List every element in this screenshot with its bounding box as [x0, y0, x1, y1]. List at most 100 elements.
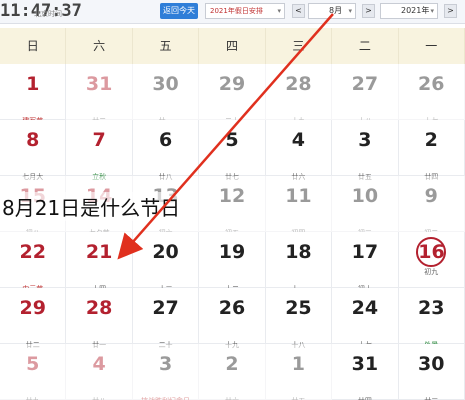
day-cell[interactable]: 27 二十 [132, 288, 200, 349]
day-cell[interactable]: 7 立秋 [66, 120, 133, 181]
weekday-label: 五 [133, 28, 200, 64]
day-number: 5 [225, 129, 239, 151]
day-cell[interactable]: 5 廿九 [0, 344, 67, 400]
calendar-toolbar: 11:47:37 北京时间 返回今天 2021年假日安排 ▾ < 8月 ▾ > … [0, 0, 465, 24]
day-cell[interactable]: 17初十 [332, 232, 399, 293]
day-number: 4 [92, 353, 106, 375]
day-number: 17 [351, 241, 379, 263]
next-month-button[interactable]: > [362, 4, 375, 18]
holiday-schedule-select[interactable]: 2021年假日安排 ▾ [205, 3, 285, 19]
day-cell[interactable]: 31 廿四 [332, 344, 399, 400]
day-number: 11 [285, 185, 312, 207]
day-cell[interactable]: 24十七 [332, 288, 399, 349]
day-cell[interactable]: 31廿二 [66, 64, 133, 125]
day-cell[interactable]: 28 廿一 [66, 288, 133, 349]
day-number: 5 [26, 353, 40, 375]
day-cell[interactable]: 21十四 [66, 232, 133, 293]
day-cell[interactable]: 2 廿四 [398, 120, 465, 181]
day-number: 19 [218, 241, 246, 263]
lunar-date-label: 抗战胜利纪念日 [133, 396, 198, 400]
day-cell[interactable]: 25 十八 [265, 288, 333, 349]
day-number: 16 [416, 237, 447, 267]
day-cell[interactable]: 1 廿五 [265, 344, 333, 400]
day-cell[interactable]: 2 廿六 [199, 344, 266, 400]
weekday-label: 三 [266, 28, 333, 64]
day-number: 30 [152, 73, 179, 95]
day-number: 26 [418, 73, 445, 95]
day-cell[interactable]: 26十七 [398, 64, 465, 125]
day-cell[interactable]: 1建军节 [0, 64, 67, 125]
day-number: 10 [351, 185, 379, 207]
prev-month-button[interactable]: < [292, 4, 305, 18]
day-cell[interactable]: 10初三 [332, 176, 399, 237]
day-number: 27 [351, 73, 379, 95]
lunar-date-label: 廿五 [266, 396, 331, 400]
day-number: 2 [424, 129, 438, 151]
day-cell[interactable]: 29 廿二 [0, 288, 67, 349]
day-cell[interactable]: 6 廿八 [132, 120, 200, 181]
day-number: 1 [291, 353, 306, 375]
day-cell[interactable]: 8 七月大 [0, 120, 67, 181]
lunar-date-label: 廿六 [199, 396, 264, 400]
day-number: 31 [85, 73, 113, 95]
day-number: 24 [351, 297, 379, 319]
day-number: 31 [351, 353, 379, 375]
back-to-today-button[interactable]: 返回今天 [160, 3, 198, 19]
day-number: 9 [424, 185, 438, 207]
chevron-down-icon: ▾ [430, 7, 434, 15]
holiday-schedule-value: 2021年假日安排 [210, 7, 263, 15]
day-cell[interactable]: 5 廿七 [199, 120, 266, 181]
weekday-label: 二 [332, 28, 399, 64]
day-number: 1 [26, 73, 40, 95]
day-cell[interactable]: 27十八 [332, 64, 399, 125]
lunar-date-label: 廿四 [332, 396, 397, 400]
year-value: 2021年 [401, 6, 430, 15]
day-number: 8 [26, 129, 40, 151]
chevron-down-icon: ▾ [348, 7, 352, 15]
day-cell[interactable]: 26 十九 [199, 288, 266, 349]
day-cell[interactable]: 30 廿三 [398, 344, 465, 400]
month-value: 8月 [329, 6, 343, 15]
day-cell-today[interactable]: 16 初九 [398, 232, 465, 288]
day-number: 27 [152, 297, 179, 319]
day-number: 12 [218, 185, 246, 207]
day-cell[interactable]: 28十九 [265, 64, 333, 125]
day-cell[interactable]: 30廿一 [132, 64, 200, 125]
day-number: 18 [285, 241, 312, 263]
year-select[interactable]: 2021年 ▾ [380, 3, 438, 19]
day-number: 6 [158, 129, 173, 151]
weekday-header: 日 六 五 四 三 二 一 [0, 28, 465, 64]
weekday-label: 日 [0, 28, 67, 64]
question-caption: 8月21日是什么节日 [0, 192, 183, 221]
day-number: 28 [85, 297, 113, 319]
day-number: 2 [225, 353, 239, 375]
day-cell[interactable]: 3 抗战胜利纪念日 [132, 344, 200, 400]
clock-label: 北京时间 [34, 10, 62, 18]
lunar-date-label: 廿九 [0, 396, 65, 400]
day-cell[interactable]: 11初四 [265, 176, 333, 237]
next-year-button[interactable]: > [444, 4, 457, 18]
day-cell[interactable]: 9初二 [398, 176, 465, 237]
day-cell[interactable]: 4 廿六 [265, 120, 333, 181]
day-number: 25 [285, 297, 312, 319]
day-number: 29 [19, 297, 46, 319]
weekday-label: 四 [199, 28, 266, 64]
day-cell[interactable]: 20十三 [132, 232, 200, 293]
day-cell[interactable]: 18十一 [265, 232, 333, 293]
day-cell[interactable]: 22中元节 [0, 232, 67, 293]
day-cell[interactable]: 4 廿八 [66, 344, 133, 400]
weekday-label: 六 [66, 28, 133, 64]
day-number: 22 [19, 241, 46, 263]
day-cell[interactable]: 29二十 [199, 64, 266, 125]
day-cell[interactable]: 12初五 [199, 176, 266, 237]
day-cell[interactable]: 23处暑 [398, 288, 465, 349]
day-number: 7 [92, 129, 106, 151]
lunar-date-label: 廿三 [399, 396, 464, 400]
day-cell[interactable]: 3 廿五 [332, 120, 399, 181]
month-select[interactable]: 8月 ▾ [308, 3, 356, 19]
weekday-label: 一 [399, 28, 465, 64]
day-number: 29 [218, 73, 246, 95]
day-number: 21 [85, 241, 113, 263]
day-cell[interactable]: 19十二 [199, 232, 266, 293]
day-number: 4 [291, 129, 306, 151]
